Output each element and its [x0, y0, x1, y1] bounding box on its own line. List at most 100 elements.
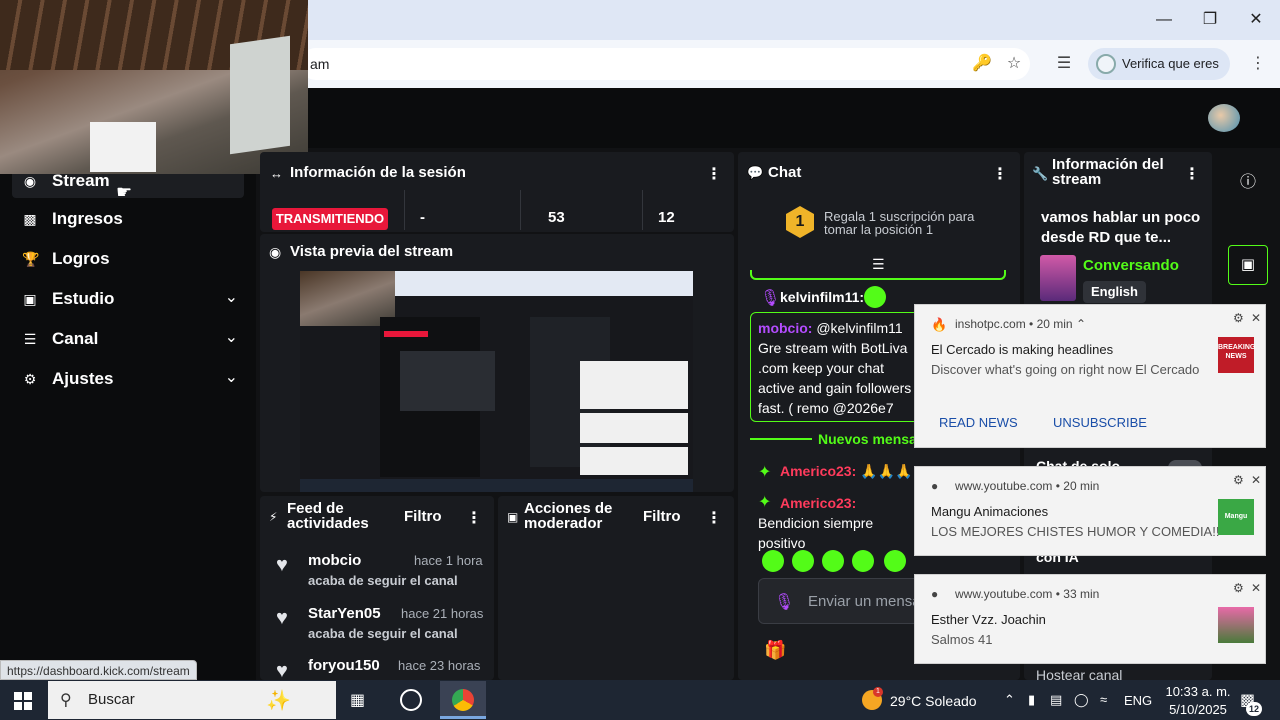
- shield-icon: ▣: [507, 510, 519, 524]
- chat-username[interactable]: Americo23:: [780, 463, 856, 479]
- sidebar-item-estudio[interactable]: ▣ Estudio ⌄: [12, 282, 244, 316]
- stream-title: vamos hablar un poco desde RD que te...: [1041, 209, 1201, 246]
- restore-icon[interactable]: ❐: [1190, 8, 1230, 32]
- task-view-icon[interactable]: ▦: [350, 690, 365, 710]
- live-badge: TRANSMITIENDO: [272, 208, 388, 230]
- chat-username[interactable]: mobcio:: [758, 320, 812, 336]
- category-label[interactable]: Conversando: [1083, 257, 1179, 274]
- weather-badge: 1: [873, 687, 883, 697]
- emote-icon[interactable]: [762, 550, 784, 572]
- sidebar-item-label: Stream: [52, 171, 110, 190]
- session-menu-icon[interactable]: ⋮: [706, 164, 722, 184]
- settings-icon[interactable]: ⚙: [1233, 473, 1244, 487]
- language-indicator[interactable]: ENG: [1124, 693, 1152, 708]
- feed-name[interactable]: StarYen05: [308, 605, 381, 622]
- settings-icon[interactable]: ⚙: [1233, 311, 1244, 325]
- divider: [642, 190, 643, 230]
- close-icon[interactable]: ✕: [1251, 581, 1261, 595]
- feed-name[interactable]: foryou150: [308, 657, 380, 674]
- sidebar-item-logros[interactable]: 🏆 Logros: [12, 242, 244, 276]
- notification-thumbnail: Mangu: [1218, 499, 1254, 535]
- unsubscribe-button[interactable]: UNSUBSCRIBE: [1053, 415, 1147, 430]
- wifi-icon[interactable]: ≈: [1100, 692, 1107, 707]
- search-icon: ⚲: [60, 692, 72, 709]
- chrome-icon: [452, 689, 474, 711]
- chat-message: Americo23: 🙏🙏🙏: [780, 463, 912, 480]
- emote-icon[interactable]: [792, 550, 814, 572]
- profile-icon: [1096, 54, 1116, 74]
- app-icon[interactable]: [400, 689, 422, 711]
- flame-icon: 🔥: [931, 317, 948, 332]
- mic-tray-icon[interactable]: ▮: [1028, 692, 1035, 708]
- weather-text[interactable]: 29°C Soleado: [890, 693, 977, 709]
- sidebar-item-canal[interactable]: ☰ Canal ⌄: [12, 322, 244, 356]
- location-icon[interactable]: ◯: [1074, 692, 1089, 708]
- notification-card[interactable]: 🔥 inshotpc.com • 20 min ⌃ ⚙ ✕ El Cercado…: [914, 304, 1266, 448]
- sidebar-item-ingresos[interactable]: ▩ Ingresos: [12, 202, 244, 236]
- moderator-menu-icon[interactable]: ⋮: [706, 508, 722, 528]
- address-text: am: [310, 56, 330, 72]
- webcam-window-side: [230, 35, 290, 155]
- sidebar-item-ajustes[interactable]: ⚙ Ajustes ⌄: [12, 362, 244, 396]
- stat-duration: -: [420, 209, 425, 226]
- sparkle-icon: ✨: [266, 690, 291, 712]
- chat-input-placeholder: Enviar un mensa: [808, 593, 921, 610]
- chat-text: Bendicion siempre positivo: [758, 515, 874, 551]
- emote-icon[interactable]: [822, 550, 844, 572]
- chat-username[interactable]: Americo23:: [780, 495, 856, 511]
- activity-menu-icon[interactable]: ⋮: [466, 508, 482, 528]
- taskbar-search-text: Buscar: [88, 691, 135, 708]
- minimize-icon[interactable]: —: [1144, 8, 1184, 32]
- close-icon[interactable]: ✕: [1236, 8, 1276, 32]
- clock-date[interactable]: 5/10/2025: [1162, 702, 1234, 717]
- session-title: Información de la sesión: [290, 164, 466, 181]
- chat-icon: 💬: [747, 165, 764, 180]
- notif-source-text: www.youtube.com: [955, 587, 1053, 601]
- close-icon[interactable]: ✕: [1251, 473, 1261, 487]
- screenshot-icon[interactable]: ▣: [1228, 245, 1268, 285]
- mic-icon[interactable]: 🎙: [774, 592, 794, 612]
- gift-subscription-text[interactable]: Regala 1 suscripción para tomar la posic…: [824, 210, 1004, 236]
- battery-icon[interactable]: ▤: [1050, 692, 1062, 708]
- stream-info-menu-icon[interactable]: ⋮: [1184, 164, 1200, 184]
- taskbar-search[interactable]: Buscar: [48, 681, 336, 719]
- chat-menu-icon[interactable]: ⋮: [992, 164, 1008, 184]
- windows-start-icon[interactable]: [14, 692, 32, 710]
- chevron-up-icon[interactable]: ⌃: [1004, 692, 1015, 708]
- read-news-button[interactable]: READ NEWS: [939, 415, 1018, 430]
- verify-profile-button[interactable]: Verifica que eres tú: [1088, 48, 1230, 103]
- settings-icon[interactable]: ⚙: [1233, 581, 1244, 595]
- emote-icon[interactable]: [852, 550, 874, 572]
- language-badge: English: [1083, 281, 1146, 303]
- notif-source-text: www.youtube.com: [955, 479, 1053, 493]
- divider: [750, 438, 812, 440]
- notification-title: Esther Vzz. Joachin: [931, 612, 1046, 627]
- stream-preview[interactable]: [300, 271, 693, 492]
- close-icon[interactable]: ✕: [1251, 311, 1261, 325]
- emote-icon[interactable]: [884, 550, 906, 572]
- notification-body: Salmos 41: [931, 632, 993, 647]
- media-control-icon[interactable]: ☰: [1050, 52, 1078, 76]
- notification-card[interactable]: ● www.youtube.com • 33 min ⚙ ✕ Esther Vz…: [914, 574, 1266, 664]
- avatar[interactable]: [1208, 104, 1240, 132]
- feed-name[interactable]: mobcio: [308, 552, 361, 569]
- sidebar-item-label: Estudio: [52, 289, 115, 308]
- chat-message: Americo23: Bendicion siempre positivo: [758, 493, 913, 553]
- info-icon[interactable]: ⓘ: [1240, 168, 1256, 192]
- chevron-down-icon: ⌄: [224, 289, 238, 306]
- moderator-filter-button[interactable]: Filtro: [643, 508, 681, 525]
- address-bar[interactable]: am: [300, 48, 1030, 80]
- browser-icon: ●: [931, 587, 939, 601]
- star-icon[interactable]: ☆: [1000, 52, 1028, 76]
- sparkle-icon: ✦: [758, 464, 772, 481]
- activity-filter-button[interactable]: Filtro: [404, 508, 442, 525]
- key-icon[interactable]: 🔑: [968, 52, 996, 76]
- clock-time[interactable]: 10:33 a. m.: [1162, 684, 1234, 699]
- feed-time: hace 23 horas: [398, 658, 481, 673]
- preview-notif: [580, 361, 688, 409]
- gift-icon[interactable]: 🎁: [764, 640, 786, 661]
- notification-card[interactable]: ● www.youtube.com • 20 min ⚙ ✕ Mangu Ani…: [914, 466, 1266, 556]
- chat-username[interactable]: kelvinfilm11:: [780, 289, 864, 305]
- browser-menu-icon[interactable]: ⋮: [1244, 52, 1272, 76]
- preview-title: Vista previa del stream: [290, 243, 454, 260]
